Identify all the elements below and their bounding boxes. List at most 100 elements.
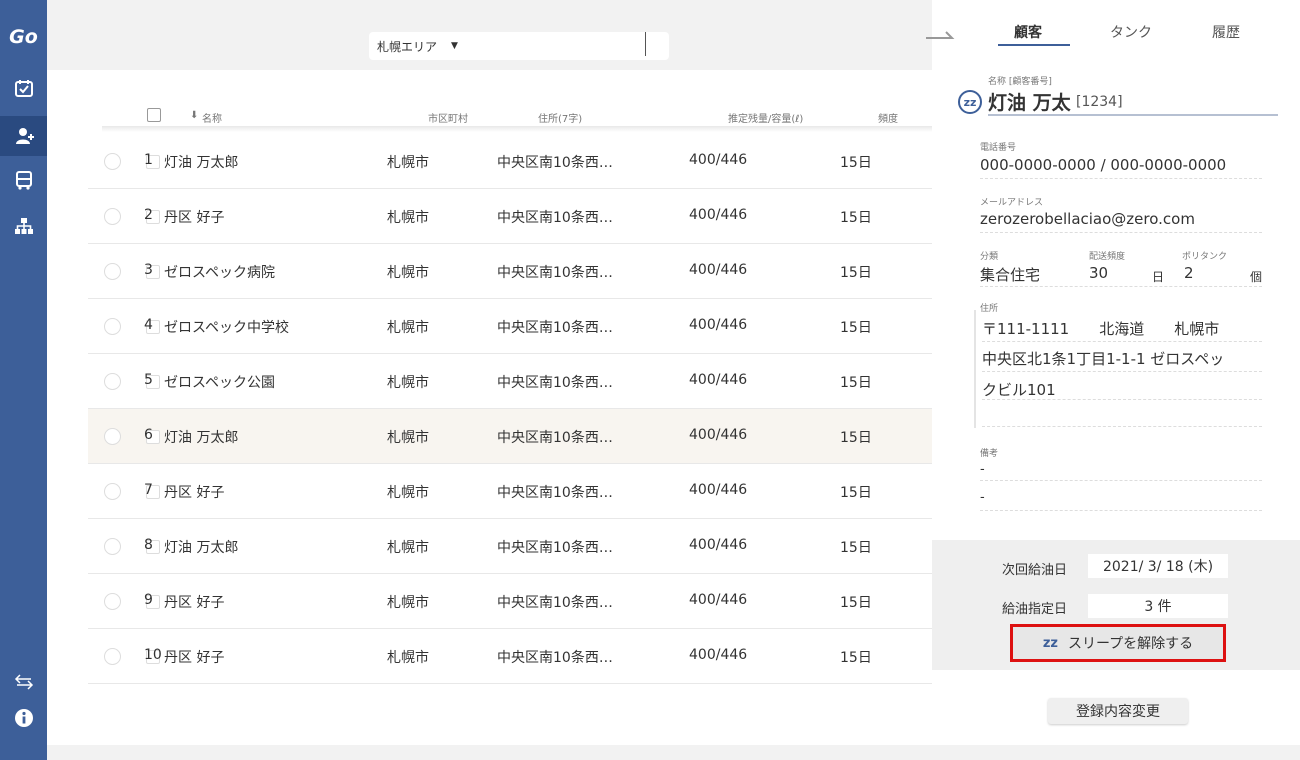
header-frequency[interactable]: 頻度: [878, 110, 898, 125]
row-address: 中央区南10条西…: [497, 155, 613, 171]
tab-customer[interactable]: 顧客: [1014, 22, 1042, 42]
row-city: 札幌市: [387, 210, 429, 226]
designated-count[interactable]: 3 件: [1088, 594, 1228, 618]
row-city: 札幌市: [387, 485, 429, 501]
row-radio[interactable]: [104, 153, 121, 170]
nav-organization[interactable]: [0, 206, 47, 246]
row-name: ゼロスペック中学校: [164, 320, 290, 336]
row-number: 2: [144, 207, 153, 223]
edit-registration-button[interactable]: 登録内容変更: [1048, 698, 1188, 724]
row-address: 中央区南10条西…: [497, 210, 613, 226]
row-city: 札幌市: [387, 320, 429, 336]
nav-info[interactable]: [0, 698, 47, 738]
table-row[interactable]: 4 ゼロスペック中学校 札幌市 中央区南10条西… 400/446 15日: [88, 299, 932, 354]
customer-table: ⬇ 名称 市区町村 住所(7字) 推定残量/容量(ℓ) 頻度 1 灯油 万太郎 札幌…: [47, 70, 932, 745]
table-row[interactable]: 9 丹区 好子 札幌市 中央区南10条西… 400/446 15日: [88, 574, 932, 629]
address-underline-2: [982, 371, 1262, 372]
row-radio[interactable]: [104, 208, 121, 225]
row-radio[interactable]: [104, 538, 121, 555]
table-row[interactable]: 2 丹区 好子 札幌市 中央区南10条西… 400/446 15日: [88, 189, 932, 244]
header-name[interactable]: 名称: [202, 110, 222, 125]
header-remaining[interactable]: 推定残量/容量(ℓ): [728, 110, 803, 125]
calendar-check-icon: [14, 80, 33, 97]
notes-line1: -: [980, 462, 985, 477]
category-label: 分類: [980, 252, 999, 262]
row-radio[interactable]: [104, 373, 121, 390]
header-divider: [102, 126, 932, 132]
row-city: 札幌市: [387, 650, 429, 666]
phone-value: 000-0000-0000 / 000-0000-0000: [980, 156, 1227, 174]
row-frequency: 15日: [840, 320, 872, 336]
row-remaining: 400/446: [689, 207, 748, 223]
row-radio[interactable]: [104, 428, 121, 445]
row-remaining: 400/446: [689, 317, 748, 333]
table-row[interactable]: 1 灯油 万太郎 札幌市 中央区南10条西… 400/446 15日: [88, 134, 932, 189]
row-number: 10: [144, 647, 162, 663]
table-row[interactable]: 7 丹区 好子 札幌市 中央区南10条西… 400/446 15日: [88, 464, 932, 519]
row-number: 6: [144, 427, 153, 443]
address-underline-4: [982, 426, 1262, 427]
frequency-value: 30: [1089, 264, 1109, 282]
row-name: 灯油 万太郎: [164, 540, 239, 556]
row-frequency: 15日: [840, 540, 872, 556]
category-value: 集合住宅: [980, 266, 1041, 284]
row-frequency: 15日: [840, 430, 872, 446]
tab-history[interactable]: 履歴: [1212, 22, 1240, 42]
row-name: 丹区 好子: [164, 595, 225, 611]
table-row[interactable]: 5 ゼロスペック公園 札幌市 中央区南10条西… 400/446 15日: [88, 354, 932, 409]
next-date-label: 次回給油日: [1002, 563, 1068, 578]
app-logo[interactable]: Go: [0, 26, 47, 48]
row-name: 丹区 好子: [164, 485, 225, 501]
area-select-value: 札幌エリア: [377, 39, 438, 54]
row-number: 9: [144, 592, 153, 608]
collapse-arrow-icon[interactable]: [924, 26, 960, 42]
email-label: メールアドレス: [980, 198, 1044, 208]
sort-arrow-icon[interactable]: ⬇: [190, 110, 198, 121]
address-bar: [974, 310, 976, 428]
header-address[interactable]: 住所(7字): [538, 110, 582, 125]
info-icon: [14, 709, 33, 727]
sleep-status-icon: zz: [958, 90, 982, 114]
row-radio[interactable]: [104, 483, 121, 500]
tab-tank[interactable]: タンク: [1110, 22, 1152, 42]
row-address: 中央区南10条西…: [497, 265, 613, 281]
row-address: 中央区南10条西…: [497, 320, 613, 336]
address-underline-3: [982, 399, 1262, 400]
area-select[interactable]: 札幌エリア ▼: [369, 32, 669, 60]
name-underline: [988, 114, 1278, 116]
header-city[interactable]: 市区町村: [428, 110, 468, 125]
address-underline-1: [982, 341, 1262, 342]
row-radio[interactable]: [104, 648, 121, 665]
address-line2: 中央区北1条1丁目1-1-1 ゼロスペッ: [982, 350, 1225, 368]
toolbar: 札幌エリア ▼: [47, 0, 932, 70]
row-frequency: 15日: [840, 265, 872, 281]
row-radio[interactable]: [104, 318, 121, 335]
nav-trucks[interactable]: [0, 160, 47, 200]
row-radio[interactable]: [104, 593, 121, 610]
table-row[interactable]: 10 丹区 好子 札幌市 中央区南10条西… 400/446 15日: [88, 629, 932, 684]
customer-icon: [15, 128, 34, 144]
row-name: 灯油 万太郎: [164, 430, 239, 446]
nav-customers[interactable]: [0, 116, 47, 156]
next-date-value[interactable]: 2021/ 3/ 18 (木): [1088, 554, 1228, 578]
table-row[interactable]: 8 灯油 万太郎 札幌市 中央区南10条西… 400/446 15日: [88, 519, 932, 574]
customer-detail-panel: 顧客 タンク 履歴 名称 [顧客番号] zz 灯油 万太 [1234] 電話番号…: [926, 0, 1300, 745]
sidebar: Go: [0, 0, 47, 760]
nav-calendar[interactable]: [0, 68, 47, 108]
row-address: 中央区南10条西…: [497, 430, 613, 446]
row-city: 札幌市: [387, 540, 429, 556]
table-row[interactable]: 3 ゼロスペック病院 札幌市 中央区南10条西… 400/446 15日: [88, 244, 932, 299]
row-frequency: 15日: [840, 595, 872, 611]
row-name: ゼロスペック公園: [164, 375, 276, 391]
row-address: 中央区南10条西…: [497, 540, 613, 556]
frequency-unit: 日: [1152, 270, 1165, 284]
row-name: ゼロスペック病院: [164, 265, 276, 281]
email-underline: [980, 232, 1262, 233]
chevron-down-icon: ▼: [451, 41, 458, 51]
table-row[interactable]: 6 灯油 万太郎 札幌市 中央区南10条西… 400/446 15日: [88, 409, 932, 464]
release-sleep-button[interactable]: zz スリープを解除する: [1010, 624, 1226, 662]
row-radio[interactable]: [104, 263, 121, 280]
nav-switch[interactable]: [0, 662, 47, 702]
designated-label: 給油指定日: [1002, 602, 1068, 617]
tab-underline: [998, 44, 1070, 46]
